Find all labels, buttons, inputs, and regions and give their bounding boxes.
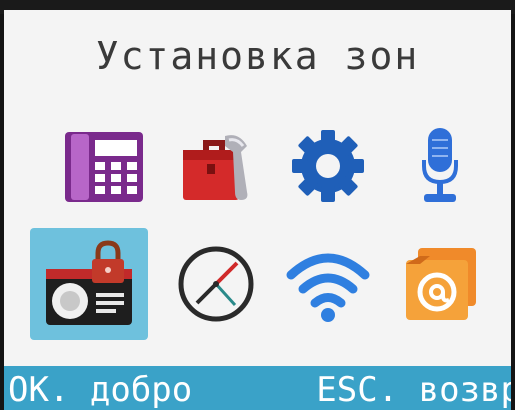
menu-item-email[interactable] — [384, 234, 496, 334]
menu-item-telephone[interactable] — [48, 116, 160, 216]
menu-item-wireless[interactable] — [272, 234, 384, 334]
softkey-bar: OK. добро ESC. возвр — [4, 366, 511, 410]
device-screen: Установка зон OK. добро ESC. возвр — [4, 10, 511, 410]
telephone-icon — [63, 128, 145, 204]
wifi-icon — [285, 243, 371, 325]
esc-softkey[interactable]: ESC. возвр — [316, 370, 511, 410]
clock-icon — [175, 243, 257, 325]
menu-item-clock[interactable] — [160, 234, 272, 334]
menu-item-settings[interactable] — [272, 116, 384, 216]
email-icon — [398, 244, 482, 324]
screen-title: Установка зон — [95, 34, 420, 78]
menu-item-microphone[interactable] — [384, 116, 496, 216]
radio-lock-icon — [40, 239, 138, 329]
toolbox-icon — [173, 126, 259, 206]
gear-icon — [288, 126, 368, 206]
menu-item-zone-setup[interactable] — [30, 228, 148, 340]
microphone-icon — [410, 124, 470, 208]
ok-softkey[interactable]: OK. добро — [8, 370, 192, 410]
menu-item-toolbox[interactable] — [160, 116, 272, 216]
